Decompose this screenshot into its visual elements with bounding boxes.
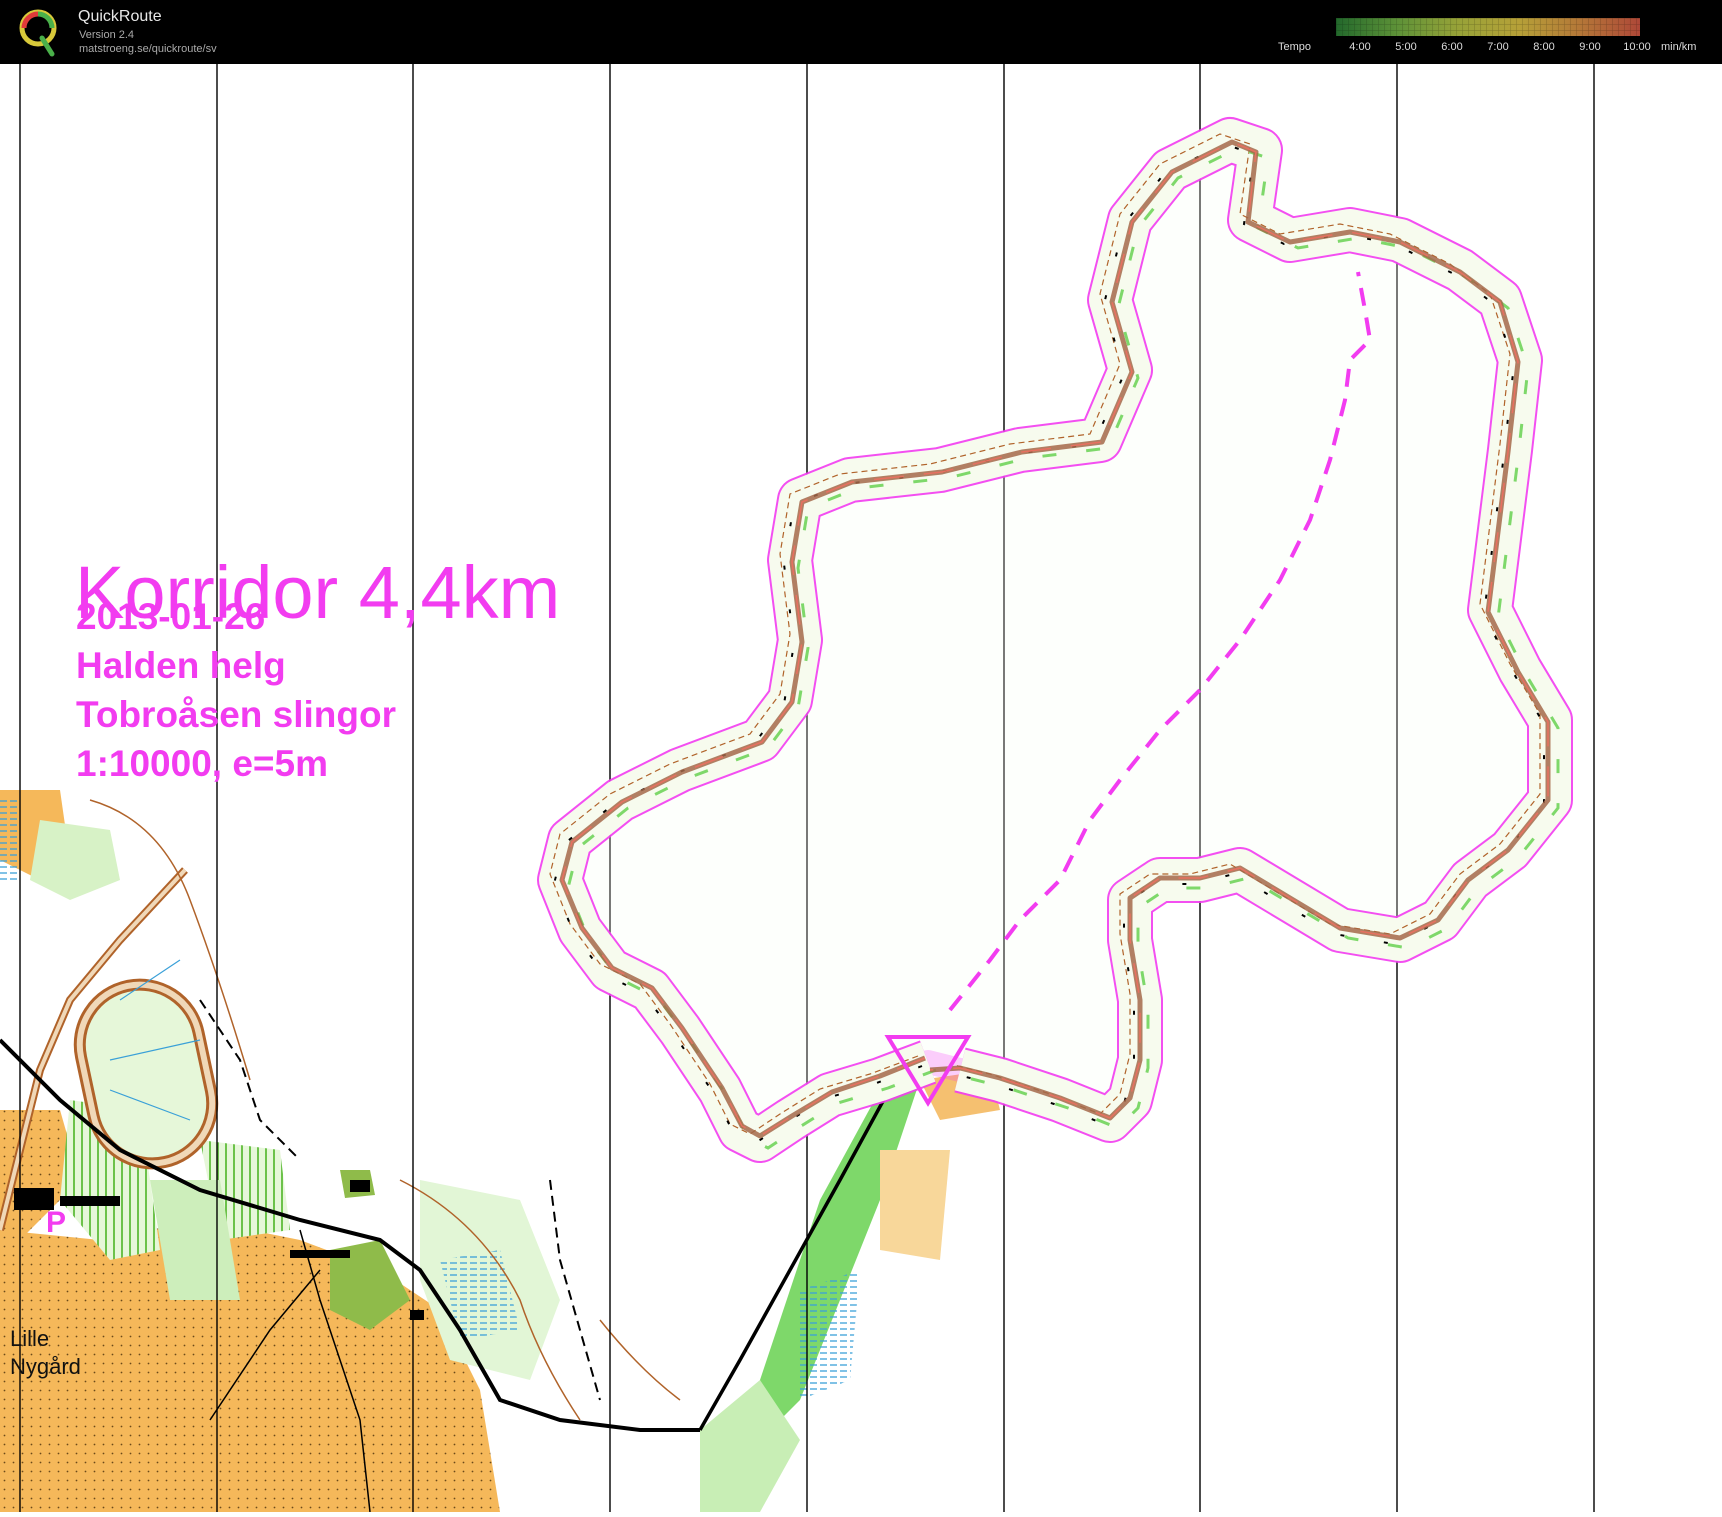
app-name: QuickRoute — [78, 8, 162, 25]
app-url[interactable]: matstroeng.se/quickroute/sv — [79, 43, 217, 55]
place-name-line-1: Lille — [10, 1326, 50, 1351]
quickroute-logo-icon — [19, 9, 57, 57]
tempo-color-scale — [1336, 18, 1640, 36]
tempo-tick: 9:00 — [1579, 41, 1601, 53]
info-scale: 1:10000, e=5m — [76, 743, 329, 784]
parking-symbol: P — [46, 1206, 67, 1239]
orienteering-map[interactable]: Korridor 4,4km 2013-01-26 Halden helg To… — [0, 64, 1722, 1513]
tempo-tick: 4:00 — [1349, 41, 1371, 53]
map-canvas[interactable] — [0, 64, 1722, 1513]
tempo-tick: 6:00 — [1441, 41, 1463, 53]
tempo-tick: 5:00 — [1395, 41, 1417, 53]
tempo-tick: 7:00 — [1487, 41, 1509, 53]
course-corridor — [537, 117, 1573, 1163]
tempo-label: Tempo — [1278, 41, 1312, 53]
info-date: 2013-01-26 — [76, 596, 266, 637]
info-event: Halden helg — [76, 645, 286, 686]
tempo-tick: 10:00 — [1623, 41, 1651, 53]
tempo-unit: min/km — [1661, 41, 1697, 53]
app-header: QuickRoute Version 2.4 matstroeng.se/qui… — [0, 0, 1722, 64]
app-version: Version 2.4 — [79, 29, 135, 41]
tempo-tick: 8:00 — [1533, 41, 1555, 53]
place-name-line-2: Nygård — [10, 1354, 81, 1379]
info-area: Tobroåsen slingor — [76, 694, 397, 735]
